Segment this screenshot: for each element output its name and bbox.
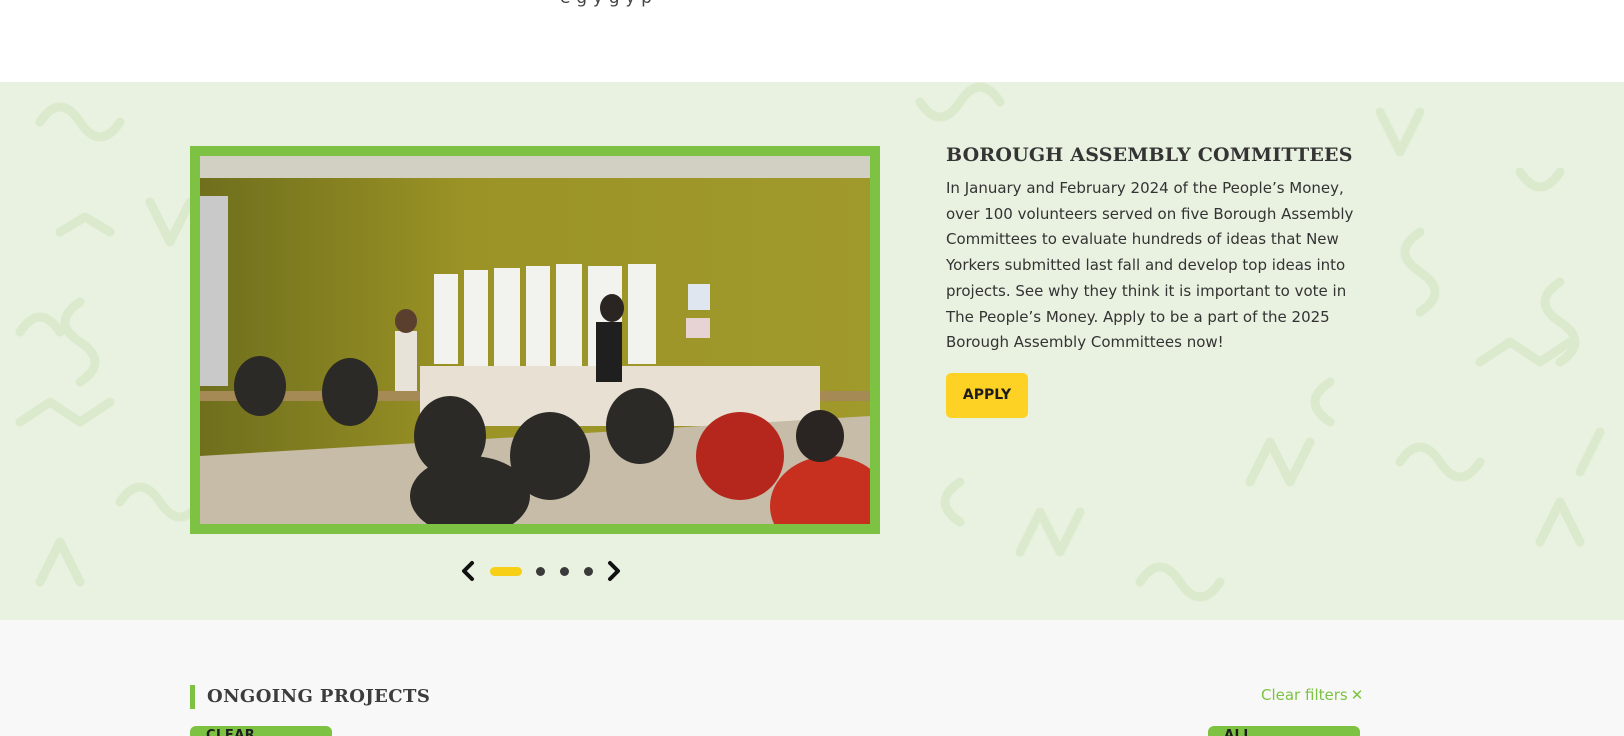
- section-title: ONGOING PROJECTS: [190, 685, 430, 709]
- clear-filters-link[interactable]: Clear filters ✕: [1261, 686, 1363, 704]
- projects-section: ONGOING PROJECTS Clear filters✕ CLEAR FI…: [0, 620, 1624, 736]
- video-frame: [190, 146, 880, 534]
- clear-filters-label: Clear filters: [1261, 686, 1348, 704]
- clear-filters-button[interactable]: CLEAR FILTERS: [190, 726, 332, 736]
- feature-panel: BOROUGH ASSEMBLY COMMITTEES In January a…: [946, 144, 1356, 418]
- next-arrow-icon[interactable]: [604, 560, 624, 582]
- close-icon: ✕: [1350, 686, 1364, 704]
- feature-title: BOROUGH ASSEMBLY COMMITTEES: [946, 144, 1353, 166]
- apply-button[interactable]: APPLY: [946, 372, 1028, 418]
- feature-description: In January and February 2024 of the Peop…: [946, 179, 1354, 352]
- top-strip: e g y g y p: [0, 0, 1624, 82]
- carousel-dot-4[interactable]: [584, 567, 593, 576]
- video-thumbnail[interactable]: [200, 156, 870, 524]
- prev-arrow-icon[interactable]: [458, 560, 478, 582]
- classroom-photo: [200, 156, 870, 524]
- carousel-dot-1[interactable]: [490, 567, 522, 576]
- cut-off-text: e g y g y p: [560, 0, 652, 8]
- carousel-dot-2[interactable]: [536, 567, 545, 576]
- carousel-controls: [458, 560, 624, 582]
- all-programs-button[interactable]: ALL PROGRAMS: [1208, 726, 1360, 736]
- carousel-dot-3[interactable]: [560, 567, 569, 576]
- hero-section: BOROUGH ASSEMBLY COMMITTEES In January a…: [0, 82, 1624, 620]
